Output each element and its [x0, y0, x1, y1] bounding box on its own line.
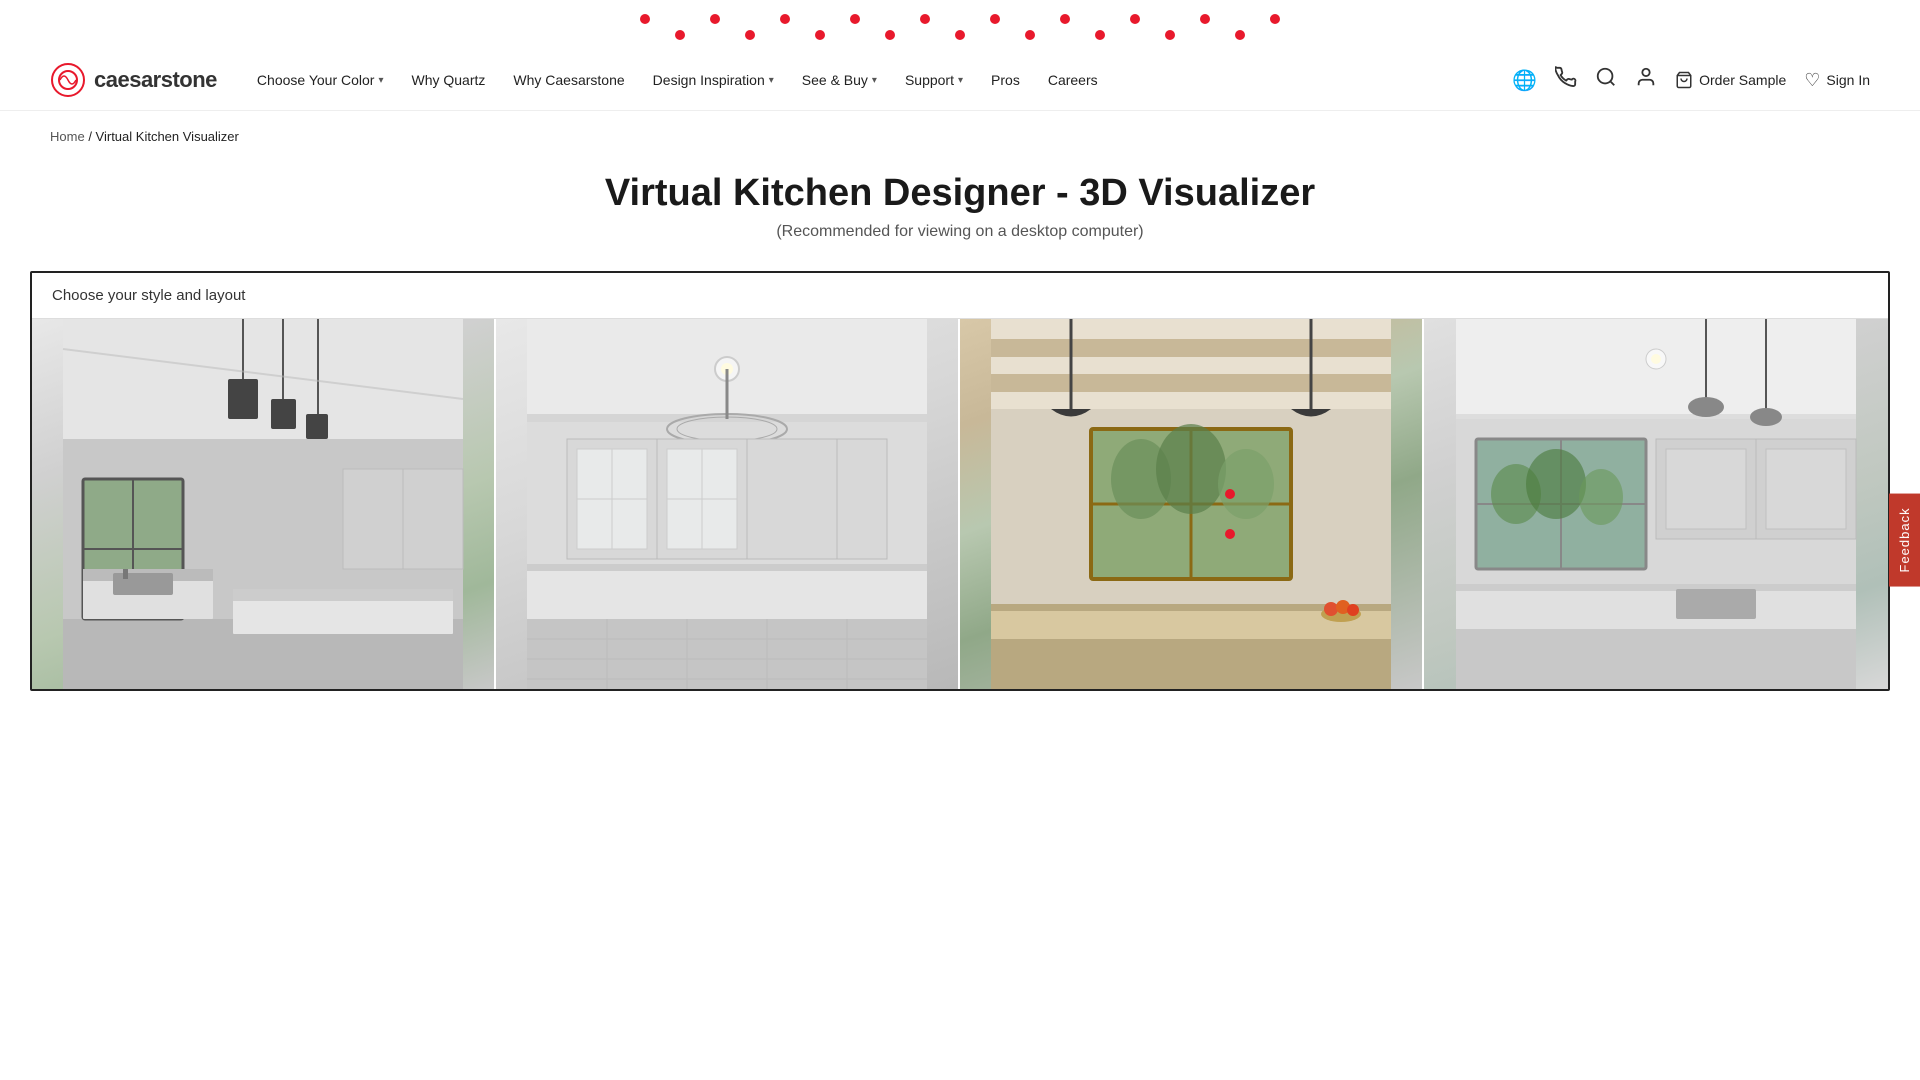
search-icon[interactable]	[1595, 66, 1617, 94]
feedback-tab[interactable]: Feedback	[1889, 493, 1920, 586]
dot	[1200, 14, 1210, 24]
dot-row-2	[0, 30, 1920, 40]
visualizer-section: Choose your style and layout	[30, 271, 1890, 691]
dot	[1130, 14, 1140, 24]
kitchen-farmhouse[interactable]	[960, 319, 1424, 689]
kitchen-traditional[interactable]	[496, 319, 960, 689]
dot	[920, 14, 930, 24]
sign-in-button[interactable]: ♡ Sign In	[1804, 70, 1870, 91]
nav-pros[interactable]: Pros	[991, 72, 1020, 88]
header-right: 🌐 Order Sample	[1512, 66, 1870, 94]
kitchen-coastal-image	[1424, 319, 1888, 689]
breadcrumb: Home / Virtual Kitchen Visualizer	[0, 111, 1920, 152]
kitchen-modern-image	[32, 319, 494, 689]
kitchen-coastal[interactable]	[1424, 319, 1888, 689]
globe-icon[interactable]: 🌐	[1512, 68, 1537, 93]
dot	[1025, 30, 1035, 40]
dot	[955, 30, 965, 40]
dot	[885, 30, 895, 40]
nav-see-buy[interactable]: See & Buy ▾	[802, 72, 877, 88]
dot	[850, 14, 860, 24]
kitchen-modern[interactable]	[32, 319, 496, 689]
dot	[1270, 14, 1280, 24]
nav-choose-color[interactable]: Choose Your Color ▾	[257, 72, 384, 88]
dot-row-1	[0, 14, 1920, 24]
page-title-section: Virtual Kitchen Designer - 3D Visualizer…	[0, 152, 1920, 271]
nav-support[interactable]: Support ▾	[905, 72, 963, 88]
dot	[1095, 30, 1105, 40]
chevron-down-icon: ▾	[378, 75, 383, 86]
dot	[1165, 30, 1175, 40]
dot	[745, 30, 755, 40]
nav-design-inspiration[interactable]: Design Inspiration ▾	[653, 72, 774, 88]
kitchen-grid	[32, 319, 1888, 689]
logo-icon	[50, 62, 86, 98]
nav-careers[interactable]: Careers	[1048, 72, 1098, 88]
chevron-down-icon: ▾	[769, 75, 774, 86]
dot	[780, 14, 790, 24]
dot-banner	[0, 0, 1920, 50]
dot	[990, 14, 1000, 24]
nav-why-caesarstone[interactable]: Why Caesarstone	[513, 72, 624, 88]
kitchen-traditional-image	[496, 319, 958, 689]
phone-icon[interactable]	[1555, 66, 1577, 94]
dot	[710, 14, 720, 24]
style-layout-label: Choose your style and layout	[32, 273, 1888, 319]
dot	[1060, 14, 1070, 24]
breadcrumb-separator: /	[88, 129, 95, 144]
brand-name: caesarstone	[94, 67, 217, 93]
chevron-down-icon: ▾	[872, 75, 877, 86]
hotspot-dot[interactable]	[1225, 529, 1235, 539]
dot	[815, 30, 825, 40]
dot	[675, 30, 685, 40]
page-subtitle: (Recommended for viewing on a desktop co…	[0, 223, 1920, 241]
dot	[1235, 30, 1245, 40]
header: caesarstone Choose Your Color ▾ Why Quar…	[0, 50, 1920, 111]
breadcrumb-current: Virtual Kitchen Visualizer	[96, 129, 239, 144]
heart-icon: ♡	[1804, 70, 1820, 91]
main-nav: Choose Your Color ▾ Why Quartz Why Caesa…	[257, 72, 1512, 88]
order-sample-button[interactable]: Order Sample	[1675, 71, 1786, 89]
breadcrumb-home[interactable]: Home	[50, 129, 85, 144]
page-title: Virtual Kitchen Designer - 3D Visualizer	[0, 172, 1920, 215]
nav-why-quartz[interactable]: Why Quartz	[411, 72, 485, 88]
hotspot-dot[interactable]	[1225, 489, 1235, 499]
user-icon[interactable]	[1635, 66, 1657, 94]
kitchen-farmhouse-image	[960, 319, 1422, 689]
chevron-down-icon: ▾	[958, 75, 963, 86]
dot	[640, 14, 650, 24]
logo[interactable]: caesarstone	[50, 62, 217, 98]
cart-icon	[1675, 71, 1693, 89]
